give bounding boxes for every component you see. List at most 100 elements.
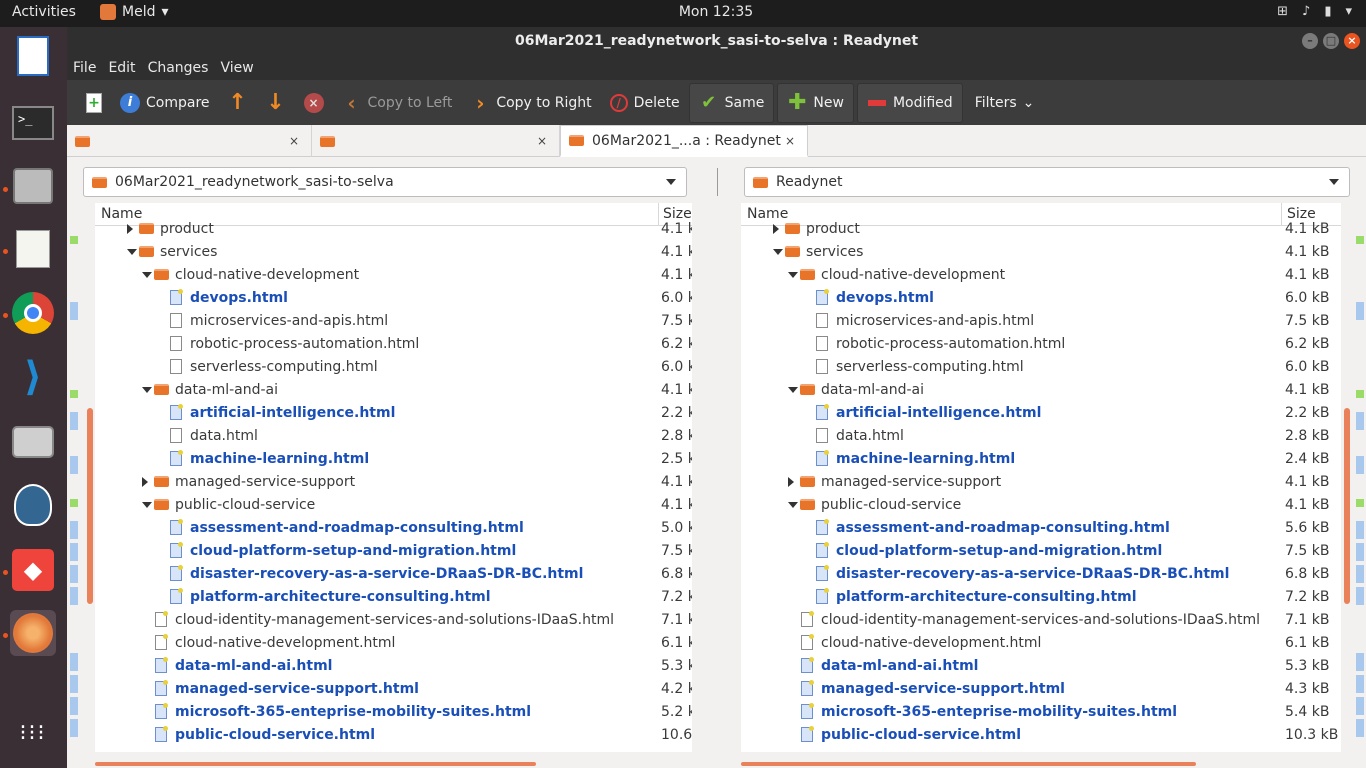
change-marker[interactable]	[1356, 521, 1364, 539]
change-marker[interactable]	[1356, 719, 1364, 737]
right-horizontal-scrollbar[interactable]	[741, 762, 1196, 766]
menu-changes[interactable]: Changes	[148, 60, 215, 76]
change-marker[interactable]	[70, 565, 78, 583]
change-marker[interactable]	[1356, 565, 1364, 583]
new-marker[interactable]	[70, 499, 78, 507]
change-marker[interactable]	[1356, 653, 1364, 671]
stop-button[interactable]: ×	[295, 83, 333, 123]
right-change-map[interactable]	[1354, 203, 1366, 752]
terminal-icon[interactable]: >_	[10, 100, 56, 146]
filter-same-toggle[interactable]: ✔ Same	[688, 82, 775, 123]
folder-row[interactable]: public-cloud-service 4.1 k	[95, 494, 692, 517]
folder-row[interactable]: cloud-native-development 4.1 kB	[741, 264, 1341, 287]
file-row[interactable]: microservices-and-apis.html 7.5 kB	[741, 310, 1341, 333]
menu-view[interactable]: View	[220, 60, 259, 76]
folder-row[interactable]: product 4.1 kB	[741, 218, 1341, 241]
file-row[interactable]: microservices-and-apis.html 7.5 k	[95, 310, 692, 333]
change-marker[interactable]	[70, 719, 78, 737]
tab-3-active[interactable]: 06Mar2021_...a : Readynet ×	[560, 125, 808, 157]
minimize-button[interactable]: –	[1302, 33, 1318, 49]
file-row[interactable]: data-ml-and-ai.html 5.3 k	[95, 655, 692, 678]
filters-menu-button[interactable]: Filters ⌄	[966, 83, 1044, 123]
change-marker[interactable]	[1356, 675, 1364, 693]
maximize-button[interactable]: □	[1323, 33, 1339, 49]
change-marker[interactable]	[1356, 587, 1364, 605]
file-row[interactable]: cloud-identity-management-services-and-s…	[741, 609, 1341, 632]
pgadmin-icon[interactable]	[10, 482, 56, 528]
title-bar[interactable]: 06Mar2021_readynetwork_sasi-to-selva : R…	[67, 27, 1366, 55]
file-row[interactable]: serverless-computing.html 6.0 k	[95, 356, 692, 379]
expander-open-icon[interactable]	[788, 387, 798, 393]
file-row[interactable]: managed-service-support.html 4.2 k	[95, 678, 692, 701]
file-row[interactable]: cloud-platform-setup-and-migration.html 7…	[95, 540, 692, 563]
meld-dock-icon[interactable]	[10, 610, 56, 656]
new-marker[interactable]	[1356, 499, 1364, 507]
tab-2[interactable]: ×	[312, 125, 560, 157]
file-row[interactable]: data.html 2.8 k	[95, 425, 692, 448]
change-marker[interactable]	[1356, 302, 1364, 320]
change-marker[interactable]	[70, 521, 78, 539]
writer-icon[interactable]	[10, 33, 56, 79]
file-row[interactable]: cloud-native-development.html 6.1 kB	[741, 632, 1341, 655]
file-row[interactable]: data-ml-and-ai.html 5.3 kB	[741, 655, 1341, 678]
change-marker[interactable]	[70, 543, 78, 561]
file-row[interactable]: devops.html 6.0 kB	[741, 287, 1341, 310]
clock[interactable]: Mon 12:35	[0, 4, 1366, 20]
folder-row[interactable]: managed-service-support 4.1 kB	[741, 471, 1341, 494]
tab-close-icon[interactable]: ×	[537, 134, 547, 148]
file-row[interactable]: cloud-platform-setup-and-migration.html 7…	[741, 540, 1341, 563]
text-editor-icon[interactable]	[10, 226, 56, 272]
expander-open-icon[interactable]	[788, 272, 798, 278]
expander-open-icon[interactable]	[142, 502, 152, 508]
copy-to-right-button[interactable]: › Copy to Right	[461, 83, 600, 123]
expander-open-icon[interactable]	[773, 249, 783, 255]
change-marker[interactable]	[1356, 543, 1364, 561]
file-row[interactable]: machine-learning.html 2.4 kB	[741, 448, 1341, 471]
previous-change-button[interactable]: ↑	[219, 83, 257, 123]
file-row[interactable]: robotic-process-automation.html 6.2 k	[95, 333, 692, 356]
files-icon[interactable]	[10, 163, 56, 209]
file-row[interactable]: platform-architecture-consulting.html 7.2…	[95, 586, 692, 609]
change-marker[interactable]	[70, 302, 78, 320]
camera-icon[interactable]	[10, 419, 56, 465]
file-row[interactable]: robotic-process-automation.html 6.2 kB	[741, 333, 1341, 356]
file-row[interactable]: public-cloud-service.html 10.3 kB	[741, 724, 1341, 747]
file-row[interactable]: machine-learning.html 2.5 k	[95, 448, 692, 471]
folder-row[interactable]: services 4.1 k	[95, 241, 692, 264]
expander-closed-icon[interactable]	[142, 477, 148, 487]
folder-row[interactable]: data-ml-and-ai 4.1 k	[95, 379, 692, 402]
expander-open-icon[interactable]	[127, 249, 137, 255]
expander-open-icon[interactable]	[788, 502, 798, 508]
change-marker[interactable]	[70, 675, 78, 693]
file-row[interactable]: data.html 2.8 kB	[741, 425, 1341, 448]
new-marker[interactable]	[1356, 236, 1364, 244]
left-change-map[interactable]	[68, 203, 80, 752]
close-button[interactable]: ×	[1344, 33, 1360, 49]
change-marker[interactable]	[70, 456, 78, 474]
folder-row[interactable]: cloud-native-development 4.1 k	[95, 264, 692, 287]
expander-closed-icon[interactable]	[773, 224, 779, 234]
filter-modified-toggle[interactable]: Modified	[856, 82, 963, 123]
expander-closed-icon[interactable]	[788, 477, 794, 487]
expander-closed-icon[interactable]	[127, 224, 133, 234]
chrome-icon[interactable]	[10, 290, 56, 336]
vscode-icon[interactable]: ⟩	[10, 354, 56, 400]
file-row[interactable]: microsoft-365-enteprise-mobility-suites.…	[95, 701, 692, 724]
change-marker[interactable]	[70, 412, 78, 430]
right-vertical-scrollbar[interactable]	[1344, 408, 1350, 604]
system-tray[interactable]: ⊞ ♪ ▮ ▾	[1277, 4, 1352, 19]
file-row[interactable]: assessment-and-roadmap-consulting.html 5.…	[741, 517, 1341, 540]
expander-open-icon[interactable]	[142, 272, 152, 278]
next-change-button[interactable]: ↓	[257, 83, 295, 123]
file-row[interactable]: artificial-intelligence.html 2.2 k	[95, 402, 692, 425]
change-marker[interactable]	[1356, 412, 1364, 430]
file-row[interactable]: artificial-intelligence.html 2.2 kB	[741, 402, 1341, 425]
folder-row[interactable]: data-ml-and-ai 4.1 kB	[741, 379, 1341, 402]
file-row[interactable]: serverless-computing.html 6.0 kB	[741, 356, 1341, 379]
change-marker[interactable]	[1356, 456, 1364, 474]
file-row[interactable]: disaster-recovery-as-a-service-DRaaS-DR-…	[95, 563, 692, 586]
compare-button[interactable]: i Compare	[111, 83, 219, 123]
left-horizontal-scrollbar[interactable]	[95, 762, 536, 766]
folder-row[interactable]: services 4.1 kB	[741, 241, 1341, 264]
left-folder-selector[interactable]: 06Mar2021_readynetwork_sasi-to-selva	[83, 167, 687, 197]
